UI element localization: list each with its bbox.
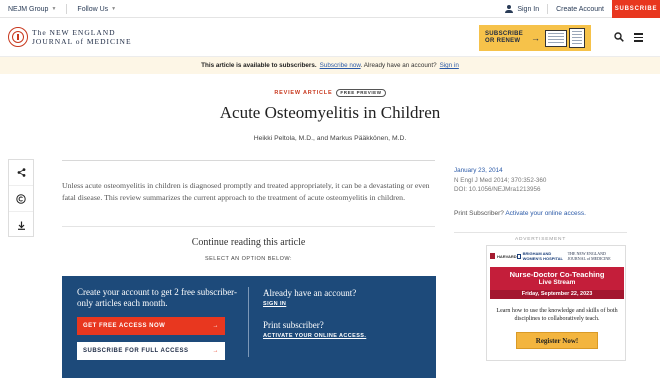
divider (62, 226, 435, 227)
activate-online-access-link[interactable]: ACTIVATE YOUR ONLINE ACCESS. (263, 333, 366, 339)
divider (454, 232, 627, 233)
arrow-right-icon: → (212, 348, 219, 354)
logo-line-2: JOURNAL of MEDICINE (32, 37, 132, 46)
search-icon[interactable] (614, 32, 624, 42)
advertisement-label: ADVERTISEMENT (514, 237, 567, 242)
ad-banner: Nurse-Doctor Co-Teaching Live Stream Fri… (490, 267, 624, 299)
print-subscriber-text: Print Subscriber? (454, 210, 504, 217)
devices-illustration (545, 28, 587, 48)
journal-logo[interactable]: The NEW ENGLAND JOURNAL of MEDICINE (32, 28, 132, 46)
notice-sign-in-link[interactable]: Sign in (440, 62, 459, 69)
top-utility-bar: NEJM Group ▼ Follow Us ▼ Sign In Create … (0, 0, 660, 18)
citation: N Engl J Med 2014; 370:352-360 (454, 176, 547, 184)
advertisement[interactable]: HARVARD BRIGHAM AND WOMEN'S HOSPITAL THE… (486, 245, 626, 361)
subscribe-promo-banner[interactable]: SUBSCRIBE OR RENEW → (479, 25, 591, 51)
subscriber-notice: This article is available to subscribers… (0, 57, 660, 74)
sign-in-label: Sign In (517, 5, 540, 13)
ad-logos: HARVARD BRIGHAM AND WOMEN'S HOSPITAL THE… (487, 246, 625, 266)
download-icon (17, 221, 25, 230)
article-type: REVIEW ARTICLE FREE PREVIEW (0, 89, 660, 97)
notice-middle-text: . Already have an account? (360, 62, 437, 69)
free-preview-badge: FREE PREVIEW (336, 89, 386, 97)
masthead: The NEW ENGLAND JOURNAL of MEDICINE SUBS… (0, 19, 660, 57)
print-subscriber-prompt: Print Subscriber? Activate your online a… (454, 210, 586, 217)
chevron-down-icon: ▼ (51, 6, 57, 12)
ad-headline: Nurse-Doctor Co-Teaching (509, 270, 605, 279)
article-authors: Heikki Peltola, M.D., and Markus Pääkkön… (253, 135, 407, 142)
create-account-heading: Create your account to get 2 free subscr… (77, 287, 238, 308)
promo-line-1: SUBSCRIBE (485, 30, 524, 37)
get-free-access-label: GET FREE ACCESS NOW (83, 323, 166, 329)
menu-icon[interactable] (634, 33, 643, 42)
select-option-label: SELECT AN OPTION BELOW: (204, 256, 293, 262)
have-account-heading: Already have an account? (263, 288, 357, 298)
sign-in-link[interactable]: Sign In (497, 5, 547, 13)
logo-line-1: The NEW ENGLAND (32, 28, 116, 37)
download-button[interactable] (9, 212, 33, 238)
article-title: Acute Osteomyelitis in Children (219, 103, 441, 122)
permissions-button[interactable] (9, 186, 33, 212)
copyright-icon (16, 193, 26, 204)
divider (66, 4, 68, 14)
subscribe-full-access-button[interactable]: SUBSCRIBE FOR FULL ACCESS → (77, 342, 225, 360)
publication-date[interactable]: January 23, 2014 (454, 166, 546, 176)
divider (62, 160, 435, 161)
subscribe-button[interactable]: SUBSCRIBE (612, 0, 660, 18)
review-article-label: REVIEW ARTICLE (274, 90, 333, 96)
brigham-logo: BRIGHAM AND WOMEN'S HOSPITAL (516, 251, 568, 261)
create-account-link[interactable]: Create Account (548, 6, 612, 13)
user-icon (505, 5, 514, 13)
arrow-right-icon: → (212, 323, 219, 329)
nejm-logo: THE NEW ENGLAND JOURNAL of MEDICINE (567, 251, 611, 261)
follow-us-menu[interactable]: Follow Us ▼ (77, 6, 126, 13)
article-meta: January 23, 2014 N Engl J Med 2014; 370:… (454, 166, 546, 195)
ad-body-text: Learn how to use the knowledge and skill… (496, 308, 618, 322)
promo-text: SUBSCRIBE OR RENEW (479, 31, 531, 46)
share-icon (17, 168, 25, 177)
nejm-seal-logo[interactable] (8, 27, 28, 47)
print-subscriber-heading: Print subscriber? (263, 320, 324, 330)
notice-text: This article is available to subscribers… (201, 62, 317, 69)
article-abstract: Unless acute osteomyelitis in children i… (62, 181, 430, 203)
arrow-right-icon: → (531, 33, 540, 43)
subscribe-now-link[interactable]: Subscribe now (320, 62, 361, 69)
register-now-button[interactable]: Register Now! (516, 332, 598, 349)
nejm-group-menu[interactable]: NEJM Group ▼ (8, 6, 66, 13)
continue-reading-heading: Continue reading this article (191, 237, 306, 248)
nejm-group-label: NEJM Group (8, 5, 49, 13)
panel-sign-in-link[interactable]: SIGN IN (263, 301, 286, 307)
follow-us-label: Follow Us (77, 5, 109, 13)
activate-access-link[interactable]: Activate your online access. (505, 210, 586, 217)
ad-date: Friday, September 22, 2023 (490, 290, 624, 299)
share-button[interactable] (9, 160, 33, 186)
ad-subhead: Live Stream (538, 279, 576, 286)
chevron-down-icon: ▼ (111, 6, 117, 12)
panel-divider (248, 287, 249, 357)
promo-line-2: OR RENEW (485, 38, 521, 44)
access-options-panel: Create your account to get 2 free subscr… (62, 276, 436, 378)
doi: DOI: 10.1056/NEJMra1213956 (454, 186, 541, 193)
subscribe-full-access-label: SUBSCRIBE FOR FULL ACCESS (83, 348, 189, 354)
article-tools (8, 159, 34, 237)
get-free-access-button[interactable]: GET FREE ACCESS NOW → (77, 317, 225, 335)
harvard-logo: HARVARD (490, 253, 517, 259)
